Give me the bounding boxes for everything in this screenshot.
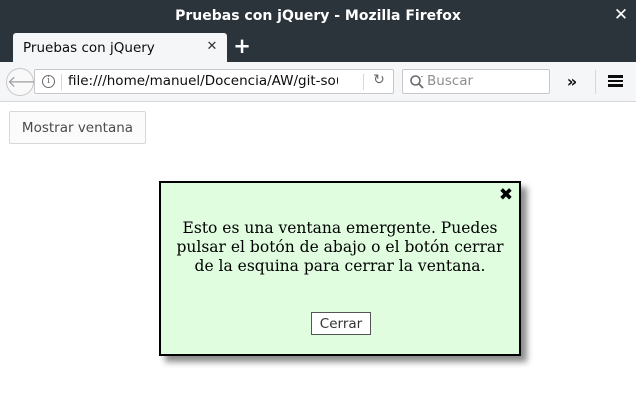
search-input[interactable]: Buscar xyxy=(402,69,550,94)
tab-label: Pruebas con jQuery xyxy=(23,39,155,56)
popup-window: ✖ Esto es una ventana emergente. Puedes … xyxy=(159,181,521,356)
search-icon xyxy=(410,75,424,89)
toolbar-divider xyxy=(595,70,596,94)
tab-pruebas-jquery[interactable]: Pruebas con jQuery ✕ xyxy=(13,33,227,62)
show-window-button[interactable]: Mostrar ventana xyxy=(9,111,146,144)
hamburger-menu-icon[interactable] xyxy=(605,73,625,91)
popup-close-icon[interactable]: ✖ xyxy=(498,187,514,204)
reload-icon[interactable]: ↻ xyxy=(371,72,387,90)
url-divider xyxy=(61,74,62,90)
tab-bar: Pruebas con jQuery ✕ + xyxy=(0,31,636,62)
popup-message: Esto es una ventana emergente. Puedes pu… xyxy=(176,219,504,275)
info-icon[interactable]: i xyxy=(42,75,55,88)
navigation-toolbar: 🡐 i file:///home/manuel/Docencia/AW/git-… xyxy=(0,62,636,102)
tab-close-icon[interactable]: ✕ xyxy=(205,39,219,55)
page-content: Mostrar ventana ✖ Esto es una ventana em… xyxy=(0,102,636,418)
new-tab-icon[interactable]: + xyxy=(232,36,252,57)
url-text[interactable]: file:///home/manuel/Docencia/AW/git-sou xyxy=(68,73,338,91)
overflow-icon[interactable]: » xyxy=(561,71,583,93)
url-divider xyxy=(363,74,364,90)
back-icon[interactable]: 🡐 xyxy=(6,68,50,96)
close-button[interactable]: Cerrar xyxy=(311,312,371,335)
window-title: Pruebas con jQuery - Mozilla Firefox xyxy=(175,7,461,24)
search-placeholder: Buscar xyxy=(427,73,474,89)
url-bar[interactable]: i file:///home/manuel/Docencia/AW/git-so… xyxy=(34,69,394,94)
window-titlebar: Pruebas con jQuery - Mozilla Firefox ✕ xyxy=(0,0,636,31)
window-close-icon[interactable]: ✕ xyxy=(612,6,630,24)
